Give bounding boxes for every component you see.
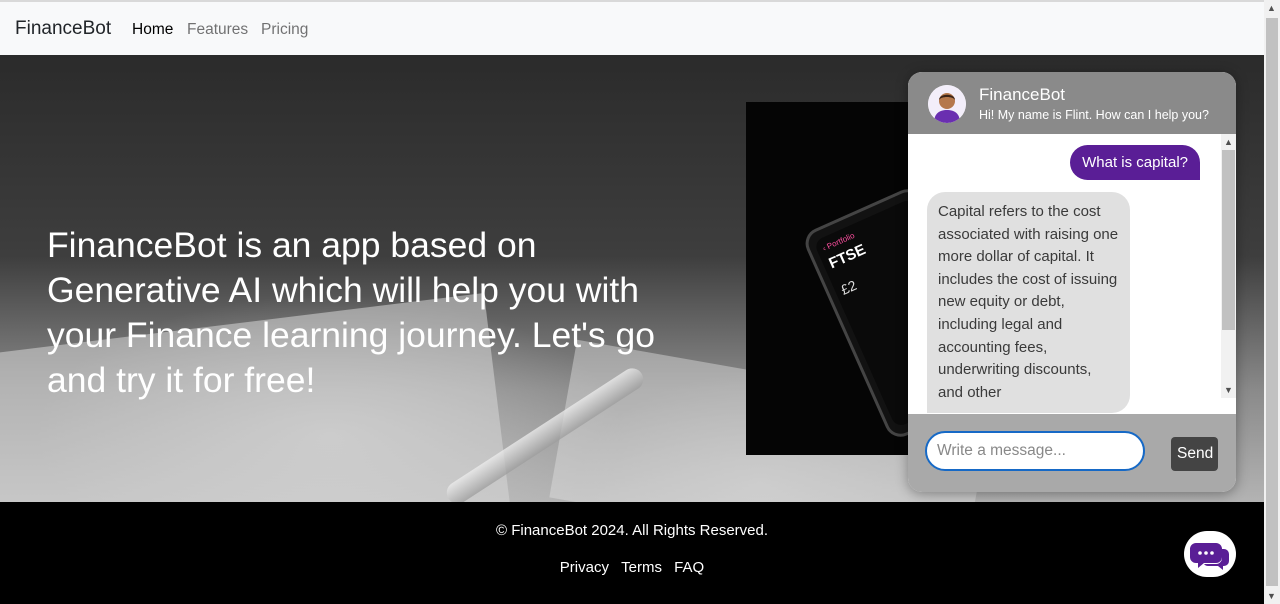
scroll-down-icon[interactable]: ▼	[1224, 385, 1233, 395]
chat-header: FinanceBot Hi! My name is Flint. How can…	[908, 72, 1236, 134]
copyright-text: © FinanceBot 2024. All Rights Reserved.	[495, 522, 769, 539]
footer-link-terms[interactable]: Terms	[621, 559, 662, 576]
nav-home[interactable]: Home	[132, 21, 173, 39]
bot-message: Capital refers to the cost associated wi…	[927, 192, 1130, 414]
message-input[interactable]	[925, 431, 1145, 471]
navbar: FinanceBot Home Features Pricing	[0, 2, 1264, 55]
nav-features[interactable]: Features	[187, 21, 248, 39]
page-scrollbar[interactable]: ▲ ▼	[1264, 0, 1280, 604]
page-scroll-thumb[interactable]	[1266, 18, 1278, 586]
footer-link-privacy[interactable]: Privacy	[560, 559, 609, 576]
chat-title: FinanceBot	[979, 85, 1065, 104]
scroll-up-icon[interactable]: ▲	[1224, 137, 1233, 147]
nav-pricing[interactable]: Pricing	[261, 21, 308, 39]
avatar-icon	[928, 85, 966, 123]
chat-input-bar: Send	[908, 414, 1236, 492]
chat-scroll-thumb[interactable]	[1222, 150, 1235, 330]
chat-launcher-button[interactable]	[1184, 531, 1236, 577]
footer: © FinanceBot 2024. All Rights Reserved. …	[0, 502, 1264, 604]
send-button[interactable]: Send	[1171, 437, 1218, 471]
phone-image: ‹ Portfolio FTSE £2	[746, 102, 908, 455]
chat-subtitle: Hi! My name is Flint. How can I help you…	[979, 108, 1209, 122]
chat-widget: FinanceBot Hi! My name is Flint. How can…	[908, 72, 1236, 492]
chat-scrollbar[interactable]: ▲ ▼	[1221, 134, 1236, 398]
chat-bubbles-icon	[1190, 543, 1229, 570]
footer-links: Privacy Terms FAQ	[0, 559, 1264, 576]
phone-graphic: ‹ Portfolio FTSE £2	[800, 184, 908, 442]
chat-messages[interactable]: What is capital? Capital refers to the c…	[908, 134, 1236, 414]
hero-headline: FinanceBot is an app based on Generative…	[47, 225, 656, 400]
page-scroll-up-icon[interactable]: ▲	[1267, 3, 1276, 13]
brand-logo[interactable]: FinanceBot	[15, 18, 111, 40]
footer-link-faq[interactable]: FAQ	[674, 559, 704, 576]
user-message: What is capital?	[1070, 145, 1200, 180]
page-scroll-down-icon[interactable]: ▼	[1267, 591, 1276, 601]
